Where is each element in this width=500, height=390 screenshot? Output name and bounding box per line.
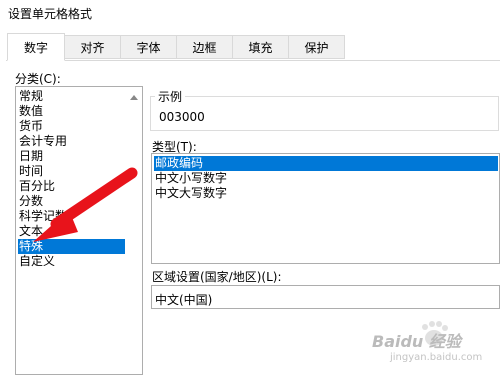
list-item[interactable]: 分数 bbox=[18, 194, 141, 209]
type-item[interactable]: 中文小写数字 bbox=[154, 171, 498, 186]
scroll-up-arrow-icon[interactable] bbox=[130, 95, 138, 100]
locale-select[interactable]: 中文(中国) bbox=[151, 285, 500, 309]
watermark-brand: Baidu 经验 bbox=[372, 332, 461, 351]
list-item[interactable]: 常规 bbox=[18, 89, 141, 104]
list-item[interactable]: 会计专用 bbox=[18, 134, 141, 149]
list-item[interactable]: 货币 bbox=[18, 119, 141, 134]
tab-protection[interactable]: 保护 bbox=[288, 35, 345, 59]
list-item[interactable]: 时间 bbox=[18, 164, 141, 179]
tab-number[interactable]: 数字 bbox=[7, 33, 65, 61]
category-label: 分类(C): bbox=[15, 72, 61, 86]
list-item[interactable]: 科学记数 bbox=[18, 209, 141, 224]
watermark-url: jingyan.baidu.com bbox=[390, 352, 483, 363]
tab-fill[interactable]: 填充 bbox=[232, 35, 289, 59]
tab-font[interactable]: 字体 bbox=[120, 35, 177, 59]
dialog-title: 设置单元格格式 bbox=[8, 7, 93, 21]
list-item[interactable]: 百分比 bbox=[18, 179, 141, 194]
locale-value: 中文(中国) bbox=[155, 293, 213, 307]
sample-value: 003000 bbox=[159, 110, 205, 124]
list-item[interactable]: 数值 bbox=[18, 104, 141, 119]
list-item-selected[interactable]: 特殊 bbox=[18, 239, 125, 254]
type-item-selected[interactable]: 邮政编码 bbox=[154, 156, 498, 171]
tab-alignment[interactable]: 对齐 bbox=[64, 35, 121, 59]
tab-border[interactable]: 边框 bbox=[176, 35, 233, 59]
type-listbox[interactable]: 邮政编码 中文小写数字 中文大写数字 bbox=[151, 153, 500, 264]
category-listbox[interactable]: 常规 数值 货币 会计专用 日期 时间 百分比 分数 科学记数 文本 特殊 自定… bbox=[15, 86, 143, 375]
list-item[interactable]: 文本 bbox=[18, 224, 141, 239]
list-item[interactable]: 自定义 bbox=[18, 254, 141, 269]
sample-label: 示例 bbox=[155, 88, 186, 105]
list-item[interactable]: 日期 bbox=[18, 149, 141, 164]
type-item[interactable]: 中文大写数字 bbox=[154, 186, 498, 201]
locale-label: 区域设置(国家/地区)(L): bbox=[152, 270, 282, 284]
baidu-watermark: Baidu 经验 jingyan.baidu.com bbox=[372, 312, 494, 370]
